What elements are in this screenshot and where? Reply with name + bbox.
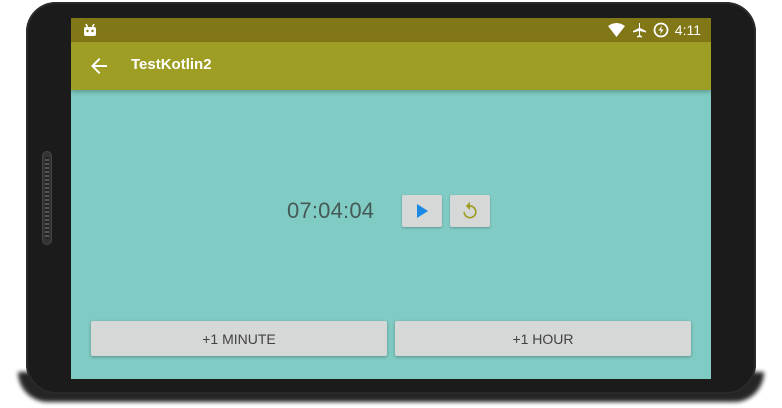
android-debug-icon [84,23,96,36]
wifi-icon [607,23,625,37]
airplane-icon [632,23,646,38]
app-bar: TestKotlin2 [71,42,711,90]
timer-display: 07:04:04 [287,198,375,223]
add-hour-button[interactable]: +1 HOUR [395,321,691,356]
add-minute-button[interactable]: +1 MINUTE [91,321,387,356]
app-screen: 4:11 TestKotlin2 07:04:04 +1 MINUTE +1 H… [71,18,711,379]
reset-button[interactable] [450,195,490,227]
play-icon [417,204,428,218]
device-speaker [42,151,52,245]
app-title: TestKotlin2 [131,56,212,73]
status-bar: 4:11 [71,18,711,42]
status-icons: 4:11 [607,21,701,39]
play-button[interactable] [402,195,442,227]
status-time: 4:11 [674,22,701,38]
replay-icon [463,201,477,219]
arrow-back-icon[interactable] [87,54,111,78]
battery-charging-icon [653,22,669,38]
